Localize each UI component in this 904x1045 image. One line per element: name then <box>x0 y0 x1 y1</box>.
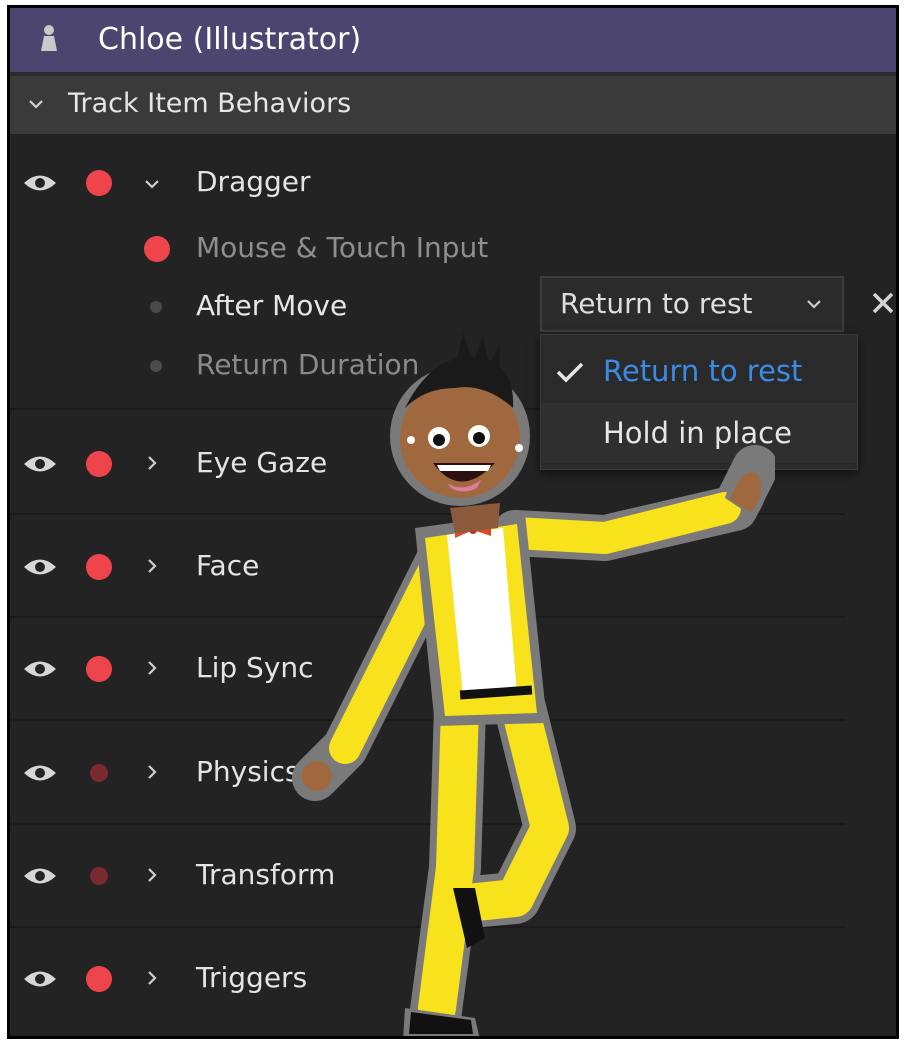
after-move-dropdown[interactable]: Return to rest <box>540 276 844 332</box>
behaviors-panel: Chloe (Illustrator) Track Item Behaviors… <box>7 5 899 1039</box>
eye-icon[interactable] <box>22 453 58 475</box>
param-arm-dot[interactable] <box>144 236 170 262</box>
chevron-right-icon[interactable] <box>142 762 162 782</box>
behavior-name: Dragger <box>196 165 311 198</box>
chevron-down-icon <box>807 300 821 309</box>
eye-icon[interactable] <box>22 968 58 990</box>
param-label: Mouse & Touch Input <box>196 231 489 264</box>
chevron-right-icon[interactable] <box>142 556 162 576</box>
chevron-right-icon[interactable] <box>142 453 162 473</box>
arm-dot[interactable] <box>86 451 112 477</box>
close-icon[interactable] <box>870 290 896 316</box>
track-item-behaviors-header[interactable]: Track Item Behaviors <box>10 72 896 134</box>
puppet-title: Chloe (Illustrator) <box>98 22 362 57</box>
param-label: After Move <box>196 289 348 322</box>
arm-dot[interactable] <box>86 554 112 580</box>
chloe-character-illustration <box>292 333 775 1036</box>
arm-dot[interactable] <box>86 170 112 196</box>
param-arm-dot[interactable] <box>150 301 162 313</box>
behavior-row-dragger[interactable]: Dragger <box>10 150 896 214</box>
chevron-right-icon[interactable] <box>142 968 162 988</box>
param-row-mouse-touch[interactable]: Mouse & Touch Input <box>10 216 896 280</box>
dropdown-value: Return to rest <box>560 287 753 320</box>
eye-icon[interactable] <box>22 556 58 578</box>
param-arm-dot[interactable] <box>150 360 162 372</box>
chevron-down-icon[interactable] <box>26 94 46 114</box>
behavior-name: Face <box>196 549 260 582</box>
puppet-title-bar[interactable]: Chloe (Illustrator) <box>10 8 896 72</box>
eye-icon[interactable] <box>22 658 58 680</box>
arm-dot[interactable] <box>86 656 112 682</box>
chevron-right-icon[interactable] <box>142 865 162 885</box>
chevron-down-icon[interactable] <box>142 174 162 194</box>
person-icon <box>41 25 57 51</box>
chevron-right-icon[interactable] <box>142 658 162 678</box>
section-label: Track Item Behaviors <box>68 88 352 119</box>
arm-dot[interactable] <box>90 764 108 782</box>
eye-icon[interactable] <box>22 172 58 194</box>
eye-icon[interactable] <box>22 762 58 784</box>
arm-dot[interactable] <box>90 867 108 885</box>
arm-dot[interactable] <box>86 966 112 992</box>
eye-icon[interactable] <box>22 865 58 887</box>
